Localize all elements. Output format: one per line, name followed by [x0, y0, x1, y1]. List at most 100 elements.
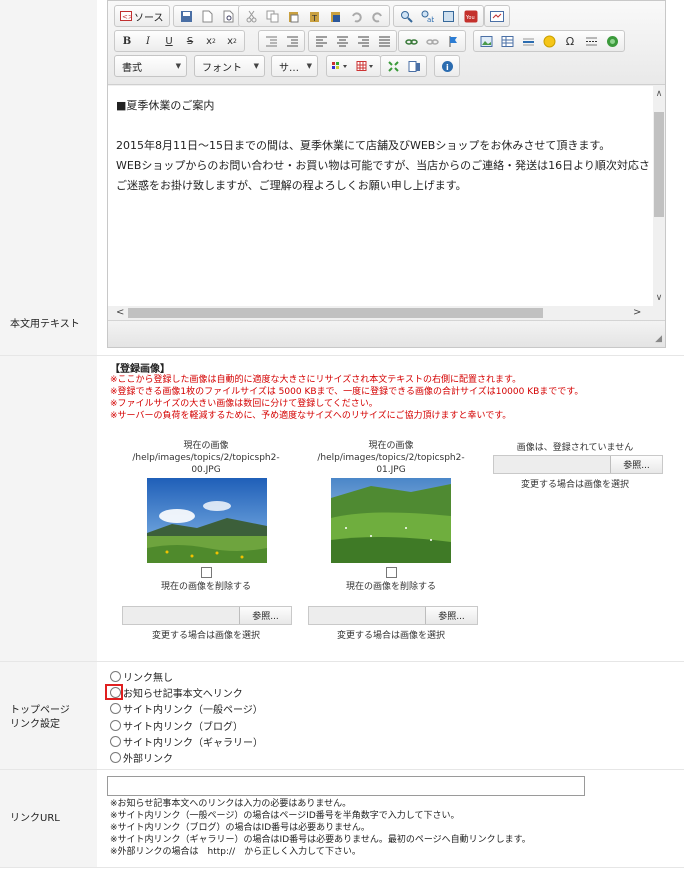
- image-3-file-input[interactable]: 参照...: [493, 455, 663, 474]
- radio-external-link[interactable]: 外部リンク: [110, 749, 173, 765]
- editor-content-area[interactable]: ■夏季休業のご案内 2015年8月11日～15日までの間は、夏季休業にて店舗及び…: [108, 86, 653, 306]
- body-text-label: 本文用テキスト: [10, 319, 80, 330]
- underline-icon[interactable]: U: [160, 32, 178, 50]
- vertical-scroll-thumb[interactable]: [654, 112, 664, 217]
- source-button[interactable]: <> ソース: [118, 7, 166, 25]
- svg-text:You: You: [465, 15, 475, 21]
- scroll-up-icon[interactable]: ∧: [653, 88, 665, 100]
- flash-icon[interactable]: [488, 7, 506, 25]
- link-url-input[interactable]: [107, 776, 585, 796]
- subscript-icon[interactable]: x2: [202, 32, 220, 50]
- copy-icon[interactable]: [263, 7, 281, 25]
- images-heading: 【登録画像】: [110, 364, 170, 375]
- horizontal-rule-icon[interactable]: [519, 32, 537, 50]
- iframe-icon[interactable]: [603, 32, 621, 50]
- content-line-3: ご迷惑をお掛け致しますが、ご理解の程よろしくお願い申し上げます。: [116, 179, 467, 192]
- browse-button[interactable]: 参照...: [610, 456, 662, 473]
- radio-button[interactable]: [110, 751, 121, 763]
- file-name-field[interactable]: [494, 456, 610, 473]
- align-center-icon[interactable]: [333, 32, 351, 50]
- new-page-icon[interactable]: [198, 7, 216, 25]
- indent-icon[interactable]: [283, 32, 301, 50]
- resize-handle-icon[interactable]: ◢: [655, 334, 662, 344]
- align-right-icon[interactable]: [354, 32, 372, 50]
- find-icon[interactable]: [397, 7, 415, 25]
- images-note-3: ※ファイルサイズの大きい画像は数回に分けて登録してください。: [110, 399, 378, 409]
- radio-button[interactable]: [110, 735, 121, 747]
- radio-blog-link[interactable]: サイト内リンク（ブログ）: [110, 717, 243, 733]
- template-icon[interactable]: [405, 57, 423, 75]
- page-break-icon[interactable]: [582, 32, 600, 50]
- chevron-down-icon: ▼: [253, 62, 259, 70]
- redo-icon[interactable]: [368, 7, 386, 25]
- image-2-change-hint: 変更する場合は画像を選択: [336, 631, 445, 641]
- image-1-file-input[interactable]: 参照...: [122, 606, 292, 625]
- radio-gallery-link[interactable]: サイト内リンク（ギャラリー）: [110, 733, 263, 749]
- special-char-icon[interactable]: Ω: [561, 32, 579, 50]
- image-2-file-input[interactable]: 参照...: [308, 606, 478, 625]
- toolbar-group-insert: Ω: [473, 30, 625, 52]
- current-image-label: 現在の画像: [183, 441, 229, 451]
- editor-vertical-scrollbar[interactable]: ∧ ∨: [653, 86, 665, 306]
- bold-icon[interactable]: B: [118, 32, 136, 50]
- save-icon[interactable]: [177, 7, 195, 25]
- delete-image-1-label: 現在の画像を削除する: [160, 582, 251, 592]
- replace-icon[interactable]: ab: [418, 7, 436, 25]
- link-icon[interactable]: [402, 32, 420, 50]
- radio-button[interactable]: [110, 670, 121, 682]
- format-combo[interactable]: 書式 ▼: [114, 55, 187, 77]
- scroll-right-icon[interactable]: >: [633, 306, 641, 320]
- toolbar-group-links: [398, 30, 466, 52]
- paste-icon[interactable]: [284, 7, 302, 25]
- paste-word-icon[interactable]: [326, 7, 344, 25]
- image-icon[interactable]: [477, 32, 495, 50]
- image-path-line1: /help/images/topics/2/topicsph2-: [132, 453, 280, 463]
- justify-icon[interactable]: [375, 32, 393, 50]
- toolbar-group-indent: [258, 30, 305, 52]
- radio-label: サイト内リンク（ギャラリー）: [123, 737, 263, 749]
- superscript-icon[interactable]: x2: [223, 32, 241, 50]
- text-color-icon[interactable]: [330, 57, 352, 75]
- smiley-icon[interactable]: [540, 32, 558, 50]
- mountain-photo-1: [147, 478, 267, 563]
- svg-text:i: i: [446, 63, 449, 72]
- info-icon[interactable]: i: [438, 57, 456, 75]
- outdent-icon[interactable]: [262, 32, 280, 50]
- show-blocks-icon[interactable]: [384, 57, 402, 75]
- browse-button[interactable]: 参照...: [425, 607, 477, 624]
- file-name-field[interactable]: [309, 607, 425, 624]
- undo-icon[interactable]: [347, 7, 365, 25]
- unlink-icon[interactable]: [423, 32, 441, 50]
- size-combo[interactable]: サ… ▼: [271, 55, 318, 77]
- radio-button[interactable]: [110, 719, 121, 731]
- radio-site-page-link[interactable]: サイト内リンク（一般ページ）: [110, 700, 263, 716]
- source-icon: <>: [120, 11, 132, 21]
- editor-horizontal-scrollbar[interactable]: < >: [108, 306, 653, 320]
- radio-button[interactable]: [110, 702, 121, 714]
- font-combo[interactable]: フォント ▼: [194, 55, 265, 77]
- scroll-left-icon[interactable]: <: [116, 306, 124, 320]
- delete-image-1-checkbox[interactable]: [201, 567, 212, 578]
- radio-no-link[interactable]: リンク無し: [110, 668, 173, 684]
- delete-image-2-checkbox[interactable]: [386, 567, 397, 578]
- horizontal-scroll-thumb[interactable]: [128, 308, 543, 318]
- radio-article-link[interactable]: お知らせ記事本文へリンク: [110, 684, 243, 700]
- strikethrough-icon[interactable]: S: [181, 32, 199, 50]
- file-name-field[interactable]: [123, 607, 239, 624]
- scroll-down-icon[interactable]: ∨: [653, 292, 665, 304]
- image-path-line2: 00.JPG: [191, 465, 221, 475]
- table-icon[interactable]: [498, 32, 516, 50]
- italic-icon[interactable]: I: [139, 32, 157, 50]
- youtube-icon[interactable]: You: [462, 7, 480, 25]
- background-color-icon[interactable]: [355, 57, 377, 75]
- url-note-4: ※サイト内リンク（ギャラリー）の場合はID番号は必要ありません。最初のページへ自…: [110, 835, 531, 845]
- toolbar-group-clipboard: T: [238, 5, 390, 27]
- align-left-icon[interactable]: [312, 32, 330, 50]
- body-text-label-cell: 本文用テキスト: [0, 0, 97, 355]
- browse-button[interactable]: 参照...: [239, 607, 291, 624]
- cut-icon[interactable]: [242, 7, 260, 25]
- maximize-icon[interactable]: [439, 7, 457, 25]
- anchor-icon[interactable]: [444, 32, 462, 50]
- preview-icon[interactable]: [219, 7, 237, 25]
- paste-text-icon[interactable]: T: [305, 7, 323, 25]
